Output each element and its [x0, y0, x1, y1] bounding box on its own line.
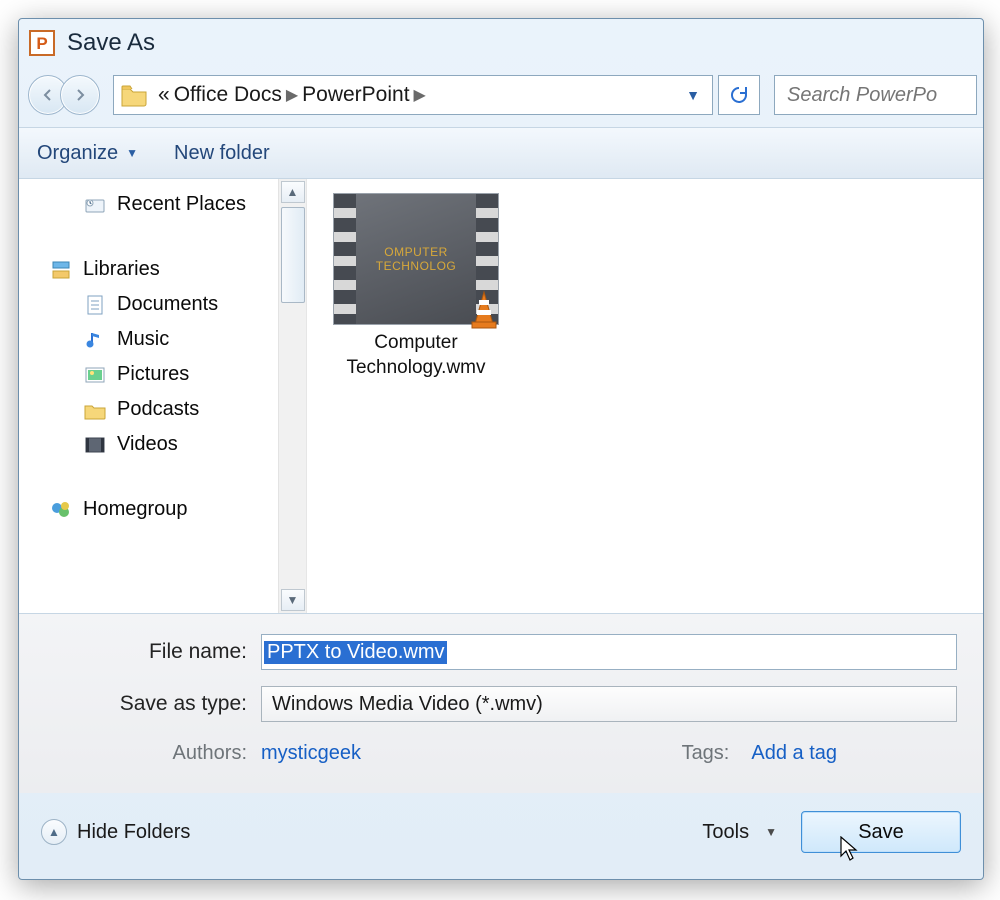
- homegroup-icon: [49, 499, 73, 521]
- sidebar-item-music[interactable]: Music: [29, 322, 306, 357]
- nav-row: « Office Docs ▶ PowerPoint ▶ ▼: [19, 67, 983, 127]
- vlc-icon: [466, 290, 502, 330]
- file-thumbnail: OMPUTER TECHNOLOG: [333, 193, 499, 325]
- sidebar-label: Homegroup: [83, 498, 188, 521]
- organize-button[interactable]: Organize ▼: [37, 142, 138, 165]
- dialog-title: Save As: [67, 29, 155, 57]
- documents-icon: [83, 294, 107, 316]
- pictures-icon: [83, 364, 107, 386]
- libraries-icon: [49, 259, 73, 281]
- organize-label: Organize: [37, 142, 118, 165]
- filename-input[interactable]: PPTX to Video.wmv: [261, 634, 957, 670]
- recent-places-icon: [83, 194, 107, 216]
- filename-value: PPTX to Video.wmv: [264, 641, 447, 664]
- sidebar-item-documents[interactable]: Documents: [29, 287, 306, 322]
- videos-icon: [83, 434, 107, 456]
- refresh-icon: [728, 84, 750, 106]
- forward-button[interactable]: [60, 75, 100, 115]
- nav-arrow-group: [21, 73, 107, 117]
- bottom-panel: File name: PPTX to Video.wmv Save as typ…: [19, 614, 983, 793]
- scroll-up-button[interactable]: ▲: [281, 181, 305, 203]
- folder-icon: [120, 83, 148, 107]
- hide-folders-label: Hide Folders: [77, 821, 190, 844]
- collapse-icon: ▲: [41, 819, 67, 845]
- new-folder-button[interactable]: New folder: [174, 142, 270, 165]
- command-bar: Organize ▼ New folder: [19, 127, 983, 179]
- new-folder-label: New folder: [174, 142, 270, 165]
- tools-button[interactable]: Tools ▼: [702, 821, 777, 844]
- powerpoint-icon: P: [29, 30, 55, 56]
- breadcrumb-sep-icon: ▶: [414, 85, 426, 105]
- sidebar-label: Documents: [117, 293, 218, 316]
- hide-folders-button[interactable]: ▲ Hide Folders: [41, 819, 190, 845]
- sidebar-label: Pictures: [117, 363, 189, 386]
- scroll-thumb[interactable]: [281, 207, 305, 303]
- scroll-down-button[interactable]: ▼: [281, 589, 305, 611]
- refresh-button[interactable]: [718, 75, 760, 115]
- sidebar-item-homegroup[interactable]: Homegroup: [29, 492, 306, 527]
- breadcrumb-bar[interactable]: « Office Docs ▶ PowerPoint ▶ ▼: [113, 75, 713, 115]
- save-as-dialog: P Save As « Office Docs ▶ PowerPoint ▶: [18, 18, 984, 880]
- sidebar-item-libraries[interactable]: Libraries: [29, 252, 306, 287]
- breadcrumb-sep-icon: ▶: [286, 85, 298, 105]
- path-dropdown-icon[interactable]: ▼: [680, 87, 706, 103]
- music-icon: [83, 329, 107, 351]
- sidebar-item-podcasts[interactable]: Podcasts: [29, 392, 306, 427]
- save-button[interactable]: Save: [801, 811, 961, 853]
- folder-icon: [83, 399, 107, 421]
- dropdown-icon: ▼: [126, 146, 138, 160]
- file-list[interactable]: OMPUTER TECHNOLOG ComputerTechnology.wmv: [307, 179, 983, 613]
- breadcrumb-seg1[interactable]: Office Docs: [174, 83, 282, 107]
- sidebar-label: Videos: [117, 433, 178, 456]
- cursor-icon: [840, 836, 860, 864]
- sidebar-item-videos[interactable]: Videos: [29, 427, 306, 462]
- svg-text:P: P: [36, 34, 47, 53]
- authors-value[interactable]: mysticgeek: [261, 742, 361, 765]
- tools-label: Tools: [702, 821, 749, 844]
- file-label: ComputerTechnology.wmv: [321, 331, 511, 380]
- authors-label: Authors:: [45, 742, 261, 765]
- breadcrumb-path: « Office Docs ▶ PowerPoint ▶: [158, 83, 676, 107]
- search-box[interactable]: [774, 75, 977, 115]
- sidebar-label: Recent Places: [117, 193, 246, 216]
- footer: ▲ Hide Folders Tools ▼ Save: [19, 793, 983, 879]
- filename-label: File name:: [45, 640, 261, 664]
- breadcrumb-prefix: «: [158, 83, 170, 107]
- nav-tree: Recent Places Libraries Documents Musi: [19, 179, 307, 613]
- sidebar-scrollbar[interactable]: ▲ ▼: [278, 179, 306, 613]
- sidebar-item-pictures[interactable]: Pictures: [29, 357, 306, 392]
- titlebar: P Save As: [19, 19, 983, 67]
- tags-label: Tags:: [682, 742, 744, 765]
- save-as-type-dropdown[interactable]: Windows Media Video (*.wmv): [261, 686, 957, 722]
- file-item[interactable]: OMPUTER TECHNOLOG ComputerTechnology.wmv: [321, 193, 511, 380]
- tags-value[interactable]: Add a tag: [751, 742, 837, 765]
- save-label: Save: [858, 821, 904, 844]
- sidebar-label: Libraries: [83, 258, 160, 281]
- sidebar-item-recent[interactable]: Recent Places: [29, 187, 306, 222]
- search-input[interactable]: [785, 83, 966, 108]
- sidebar-label: Music: [117, 328, 169, 351]
- type-value: Windows Media Video (*.wmv): [272, 693, 543, 716]
- thumbnail-text: OMPUTER TECHNOLOG: [356, 194, 476, 324]
- type-label: Save as type:: [45, 692, 261, 716]
- dropdown-icon: ▼: [765, 825, 777, 839]
- sidebar-label: Podcasts: [117, 398, 199, 421]
- breadcrumb-seg2[interactable]: PowerPoint: [302, 83, 409, 107]
